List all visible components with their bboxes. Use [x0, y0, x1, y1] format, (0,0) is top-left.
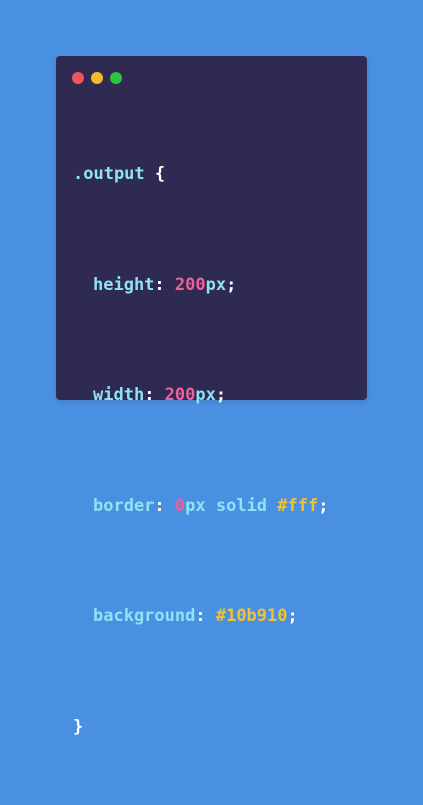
semicolon: ;: [287, 606, 298, 627]
property-name: height: [93, 274, 155, 295]
property-unit: px: [205, 274, 227, 295]
property-number: 200: [164, 385, 196, 406]
code-line-close: }: [73, 716, 329, 738]
property-name: width: [93, 385, 145, 406]
close-dot-icon[interactable]: [72, 72, 84, 84]
code-line-selector: .output {: [73, 163, 329, 185]
property-hex: #10b910: [215, 606, 288, 627]
property-name: background: [93, 606, 196, 627]
property-unit: px solid: [185, 495, 268, 516]
property-number: 200: [174, 274, 206, 295]
maximize-dot-icon[interactable]: [110, 72, 122, 84]
property-unit: px: [195, 385, 216, 406]
property-hex: #fff: [277, 495, 319, 516]
semicolon: ;: [226, 274, 237, 295]
code-line-width: width: 200px;: [93, 385, 227, 406]
property-number: 0: [174, 495, 186, 516]
open-brace: {: [154, 164, 166, 184]
property-name: border: [93, 495, 155, 516]
code-line-border: border: 0px solid #fff;: [93, 495, 329, 516]
code-window: .output { height: 200px; width: 200px; b…: [56, 56, 367, 737]
close-brace: }: [73, 716, 84, 737]
semicolon: ;: [318, 495, 329, 516]
semicolon: ;: [215, 385, 227, 406]
css-selector: .output: [73, 164, 145, 184]
code-line-background: background: #10b910;: [93, 606, 298, 627]
window-controls: [72, 72, 122, 84]
minimize-dot-icon[interactable]: [91, 72, 103, 84]
code-line-height: height: 200px;: [93, 274, 237, 295]
code-block: .output { height: 200px; width: 200px; b…: [73, 119, 329, 805]
